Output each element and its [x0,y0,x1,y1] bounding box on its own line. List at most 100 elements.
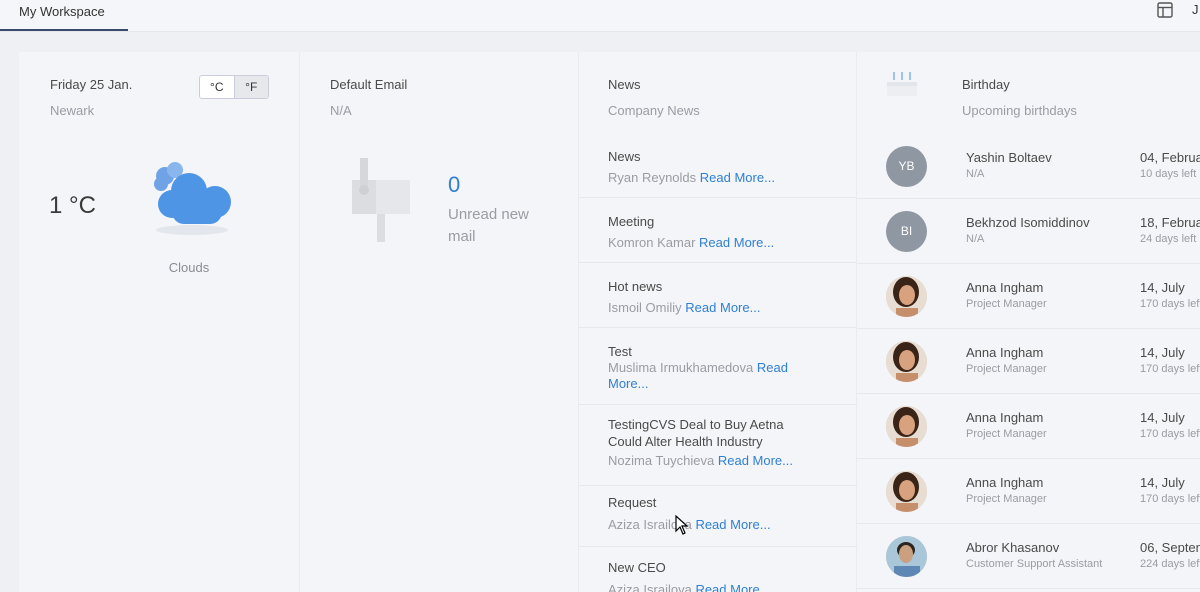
person-photo-icon [886,471,927,512]
avatar [886,276,927,317]
days-left: 170 days left [1140,428,1200,440]
days-left: 10 days left [1140,168,1197,180]
person-role: Customer Support Assistant [966,558,1103,570]
news-title: News [608,77,641,92]
cloud-icon [154,162,231,235]
news-item[interactable]: Test Muslima Irmukhamedova Read More... [579,328,857,405]
news-item-meta: Ryan Reynolds Read More... [608,170,808,186]
news-item[interactable]: Hot news Ismoil Omiliy Read More... [579,263,857,328]
avatar [886,341,927,382]
person-photo-icon [886,406,927,447]
days-left: 170 days left [1140,363,1200,375]
read-more-link[interactable]: Read More... [695,517,770,532]
news-item-title: TestingCVS Deal to Buy Aetna Could Alter… [608,417,784,449]
birthday-title: Birthday [962,77,1010,92]
person-name: Abror Khasanov [966,540,1060,555]
tab-my-workspace-label: My Workspace [19,4,105,19]
read-more-link[interactable]: Read More... [695,582,770,592]
read-more-link[interactable]: Read More... [718,453,793,468]
news-item[interactable]: Request Aziza Israilova Read More... [579,486,857,547]
news-item-author: Ryan Reynolds [608,170,697,185]
birthday-widget: Birthday Upcoming birthdays YB Yashin Bo… [857,52,1200,592]
birthday-date: 06, September [1140,540,1200,555]
news-item[interactable]: News Ryan Reynolds Read More... [579,133,857,198]
birthday-date: 14, July [1140,345,1185,360]
news-widget: News Company News News Ryan Reynolds Rea… [579,52,857,592]
avatar: BI [886,211,927,252]
days-left: 170 days left [1140,493,1200,505]
person-name: Anna Ingham [966,475,1044,490]
news-item-meta: Nozima Tuychieva Read More... [608,453,828,469]
news-item-title: Request [608,495,657,510]
news-item-title: Hot news [608,279,663,294]
person-photo-icon [886,341,927,382]
user-menu[interactable]: J [1192,2,1199,17]
news-item[interactable]: New CEO Aziza Israilova Read More... [579,547,857,592]
person-name: Yashin Boltaev [966,150,1052,165]
birthday-subtitle: Upcoming birthdays [962,103,1077,118]
person-role: Project Manager [966,428,1047,440]
birthday-row[interactable]: Anna Ingham Project Manager 14, July 170… [857,394,1200,459]
birthday-date: 04, February [1140,150,1200,165]
news-item-title: Test [608,344,632,359]
news-subtitle: Company News [608,103,700,118]
unit-celsius-button[interactable]: °C [200,76,234,98]
avatar [886,471,927,512]
news-item-meta: Muslima Irmukhamedova Read More... [608,360,808,392]
unit-fahrenheit-button[interactable]: °F [233,76,268,98]
mouse-cursor-icon [675,515,689,535]
workspace-card: Friday 25 Jan. Newark °C °F 1 °C Clouds … [19,52,1200,592]
person-role: Project Manager [966,363,1047,375]
person-photo-icon [886,276,927,317]
person-name: Anna Ingham [966,345,1044,360]
birthday-date: 14, July [1140,410,1185,425]
avatar [886,406,927,447]
person-role: N/A [966,168,985,180]
news-item-meta: Aziza Israilova Read More... [608,582,808,592]
temperature-value: 1 °C [49,192,96,219]
person-name: Bekhzod Isomiddinov [966,215,1090,230]
cake-icon [887,72,917,96]
person-role: N/A [966,233,985,245]
news-item-author: Komron Kamar [608,235,696,250]
mailbox-icon [352,158,410,242]
days-left: 24 days left [1140,233,1197,245]
read-more-link[interactable]: Read More... [699,235,774,250]
birthday-row[interactable]: Anna Ingham Project Manager 14, July 170… [857,264,1200,329]
birthday-date: 18, February [1140,215,1200,230]
avatar: YB [886,146,927,187]
news-item-title: Meeting [608,214,655,229]
top-bar: My Workspace J [0,0,1200,32]
tab-my-workspace[interactable]: My Workspace [0,0,128,31]
weather-date: Friday 25 Jan. [50,77,133,92]
news-item-author: Ismoil Omiliy [608,300,682,315]
person-name: Anna Ingham [966,280,1044,295]
birthday-row[interactable]: Anna Ingham Project Manager 14, July 170… [857,329,1200,394]
read-more-link[interactable]: Read More... [700,170,775,185]
news-item-author: Nozima Tuychieva [608,453,715,468]
unit-toggle: °C °F [199,75,269,99]
person-photo-icon [886,536,927,577]
birthday-row[interactable]: YB Yashin Boltaev N/A 04, February 10 da… [857,134,1200,199]
avatar [886,536,927,577]
news-item-meta: Ismoil Omiliy Read More... [608,300,808,316]
news-item-meta: Komron Kamar Read More... [608,235,808,251]
news-item[interactable]: Meeting Komron Kamar Read More... [579,198,857,263]
birthday-date: 14, July [1140,280,1185,295]
birthday-row[interactable]: BI Bekhzod Isomiddinov N/A 18, February … [857,199,1200,264]
days-left: 224 days left [1140,558,1200,570]
news-item-title: New CEO [608,560,666,575]
layout-icon[interactable] [1156,1,1174,19]
birthday-row[interactable]: Anna Ingham Project Manager 14, July 170… [857,459,1200,524]
read-more-link[interactable]: Read More... [685,300,760,315]
unread-label: Unread new mail [448,206,529,245]
birthday-row[interactable]: Abror Khasanov Customer Support Assistan… [857,524,1200,589]
person-role: Project Manager [966,298,1047,310]
news-item-meta: Aziza Israilova Read More... [608,517,808,533]
news-item-author: Muslima Irmukhamedova [608,360,754,375]
news-item[interactable]: TestingCVS Deal to Buy Aetna Could Alter… [579,405,857,486]
birthday-date: 14, July [1140,475,1185,490]
news-item-title: News [608,149,641,164]
unread-count[interactable]: 0 [448,172,460,198]
person-role: Project Manager [966,493,1047,505]
